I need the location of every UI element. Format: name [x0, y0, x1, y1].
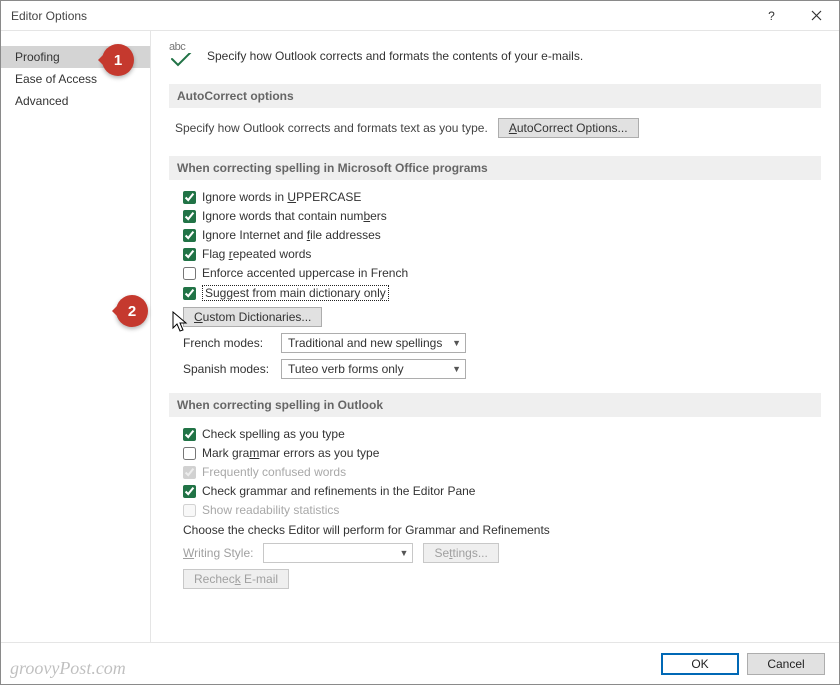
checkbox[interactable]: [183, 191, 196, 204]
checkbox[interactable]: [183, 287, 196, 300]
sidebar: Proofing Ease of Access Advanced: [1, 31, 151, 642]
french-modes-select[interactable]: Traditional and new spellings ▼: [281, 333, 466, 353]
close-button[interactable]: [794, 1, 839, 31]
window-title: Editor Options: [11, 9, 749, 23]
cursor-icon: [171, 311, 189, 333]
spanish-modes-row: Spanish modes: Tuteo verb forms only ▼: [183, 359, 821, 379]
editor-options-window: Editor Options ? Proofing Ease of Access…: [0, 0, 840, 685]
french-modes-row: French modes: Traditional and new spelli…: [183, 333, 821, 353]
close-icon: [811, 10, 822, 21]
grammar-note: Choose the checks Editor will perform fo…: [183, 523, 821, 537]
chevron-down-icon: ▼: [400, 548, 409, 558]
spanish-modes-select[interactable]: Tuteo verb forms only ▼: [281, 359, 466, 379]
checkbox[interactable]: [183, 229, 196, 242]
chevron-down-icon: ▼: [452, 364, 461, 374]
section-office-spelling-header: When correcting spelling in Microsoft Of…: [169, 156, 821, 180]
settings-button: Settings...: [423, 543, 498, 563]
opt-flag-repeated[interactable]: Flag repeated words: [183, 247, 821, 261]
checkbox[interactable]: [183, 210, 196, 223]
titlebar: Editor Options ?: [1, 1, 839, 31]
recheck-email-button: Recheck E-mail: [183, 569, 289, 589]
opt-main-dictionary[interactable]: Suggest from main dictionary only: [183, 285, 821, 301]
section-autocorrect-header: AutoCorrect options: [169, 84, 821, 108]
opt-ignore-numbers[interactable]: Ignore words that contain numbers: [183, 209, 821, 223]
checkbox[interactable]: [183, 267, 196, 280]
content-pane: abc Specify how Outlook corrects and for…: [151, 31, 839, 642]
checkmark-icon: [169, 53, 193, 67]
opt-french-accented[interactable]: Enforce accented uppercase in French: [183, 266, 821, 280]
section-outlook-spelling-header: When correcting spelling in Outlook: [169, 393, 821, 417]
opt-check-grammar[interactable]: Check grammar and refinements in the Edi…: [183, 484, 821, 498]
writing-style-select: ▼: [263, 543, 413, 563]
writing-style-label: Writing Style:: [183, 546, 253, 560]
callout-2: 2: [116, 295, 148, 327]
opt-ignore-uppercase[interactable]: Ignore words in UPPERCASE: [183, 190, 821, 204]
help-button[interactable]: ?: [749, 1, 794, 31]
checkbox[interactable]: [183, 447, 196, 460]
callout-1: 1: [102, 44, 134, 76]
intro: abc Specify how Outlook corrects and for…: [169, 41, 821, 70]
dialog-footer: OK Cancel: [1, 642, 839, 684]
checkbox[interactable]: [183, 428, 196, 441]
checkbox[interactable]: [183, 485, 196, 498]
checkbox[interactable]: [183, 248, 196, 261]
opt-readability: Show readability statistics: [183, 503, 821, 517]
checkbox: [183, 504, 196, 517]
autocorrect-text: Specify how Outlook corrects and formats…: [175, 121, 488, 135]
cancel-button[interactable]: Cancel: [747, 653, 825, 675]
opt-ignore-internet[interactable]: Ignore Internet and file addresses: [183, 228, 821, 242]
spanish-label: Spanish modes:: [183, 362, 273, 376]
opt-mark-grammar[interactable]: Mark grammar errors as you type: [183, 446, 821, 460]
opt-check-spelling[interactable]: Check spelling as you type: [183, 427, 821, 441]
ok-button[interactable]: OK: [661, 653, 739, 675]
checkbox: [183, 466, 196, 479]
chevron-down-icon: ▼: [452, 338, 461, 348]
french-label: French modes:: [183, 336, 273, 350]
proofing-icon: abc: [169, 41, 197, 70]
sidebar-item-advanced[interactable]: Advanced: [1, 90, 150, 112]
opt-confused-words: Frequently confused words: [183, 465, 821, 479]
intro-text: Specify how Outlook corrects and formats…: [207, 41, 583, 63]
autocorrect-options-button[interactable]: AutoCorrect Options...: [498, 118, 639, 138]
custom-dictionaries-button[interactable]: Custom Dictionaries...: [183, 307, 322, 327]
